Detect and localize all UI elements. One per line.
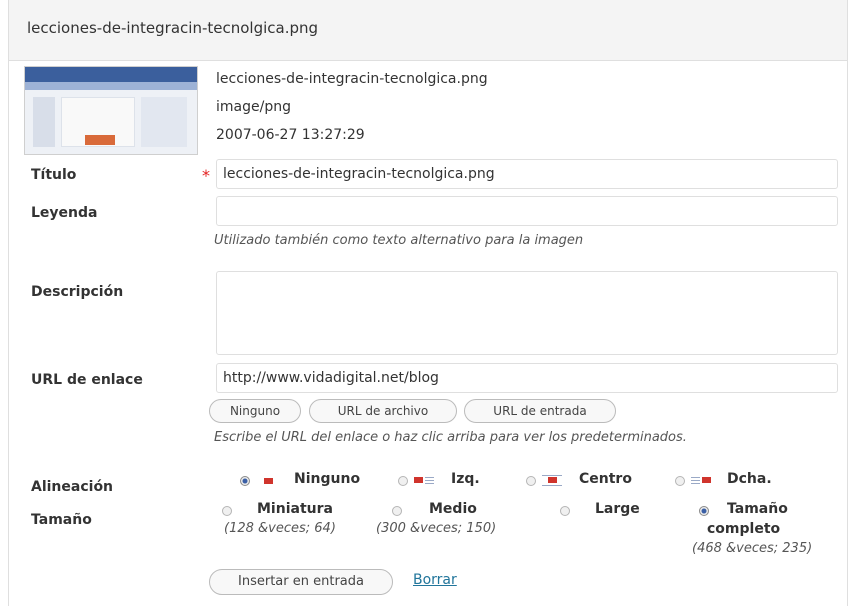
size-thumbnail-radio[interactable] <box>222 506 232 516</box>
size-large-radio[interactable] <box>560 506 570 516</box>
file-upload-date: 2007-06-27 13:27:29 <box>216 127 365 143</box>
url-post-button[interactable]: URL de entrada <box>464 399 616 423</box>
link-url-input[interactable] <box>216 363 838 393</box>
size-medium-dims: (300 &veces; 150) <box>376 521 497 536</box>
align-center-label: Centro <box>579 471 632 487</box>
description-label: Descripción <box>31 284 124 300</box>
file-mime-type: image/png <box>216 99 291 115</box>
align-none-radio[interactable] <box>240 476 250 486</box>
caption-input[interactable] <box>216 196 838 226</box>
align-right-radio[interactable] <box>675 476 685 486</box>
size-full-label-line2: completo <box>707 521 781 537</box>
align-left-icon <box>414 474 434 486</box>
description-textarea[interactable] <box>216 271 838 355</box>
align-right-icon <box>691 474 711 486</box>
size-label: Tamaño <box>31 512 92 528</box>
media-item-panel: lecciones-de-integracin-tecnolgica.png l… <box>8 0 848 606</box>
align-left-radio[interactable] <box>398 476 408 486</box>
size-medium-radio[interactable] <box>392 506 402 516</box>
url-file-button[interactable]: URL de archivo <box>309 399 457 423</box>
align-right-label: Dcha. <box>727 471 772 487</box>
size-full-radio[interactable] <box>699 506 709 516</box>
required-marker: * <box>202 166 210 185</box>
link-url-help-text: Escribe el URL del enlace o haz clic arr… <box>214 430 687 445</box>
size-full-dims: (468 &veces; 235) <box>692 541 813 556</box>
align-center-icon <box>542 474 562 486</box>
filename-title: lecciones-de-integracin-tecnolgica.png <box>27 19 319 37</box>
align-none-label: Ninguno <box>294 471 361 487</box>
title-label: Título <box>31 167 77 183</box>
alignment-label: Alineación <box>31 479 114 495</box>
delete-link[interactable]: Borrar <box>413 572 457 588</box>
size-large-label: Large <box>595 501 640 517</box>
title-input[interactable] <box>216 159 838 189</box>
url-none-button[interactable]: Ninguno <box>209 399 301 423</box>
caption-label: Leyenda <box>31 205 98 221</box>
insert-into-post-button[interactable]: Insertar en entrada <box>209 569 393 595</box>
align-center-radio[interactable] <box>526 476 536 486</box>
size-medium-label: Medio <box>429 501 477 517</box>
link-url-label: URL de enlace <box>31 372 143 388</box>
align-left-label: Izq. <box>451 471 480 487</box>
size-thumbnail-dims: (128 &veces; 64) <box>224 521 336 536</box>
align-none-icon <box>259 475 279 487</box>
caption-help-text: Utilizado también como texto alternativo… <box>214 233 584 248</box>
image-thumbnail <box>24 66 198 155</box>
size-full-label-line1: Tamaño <box>727 501 788 517</box>
media-item-header: lecciones-de-integracin-tecnolgica.png <box>9 0 847 61</box>
size-thumbnail-label: Miniatura <box>257 501 333 517</box>
file-name: lecciones-de-integracin-tecnolgica.png <box>216 71 488 87</box>
